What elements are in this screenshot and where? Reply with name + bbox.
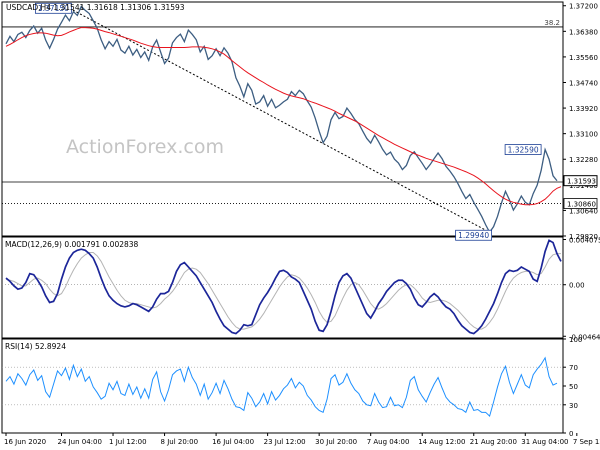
price-annotation: 1.29940 (455, 229, 493, 241)
x-axis-label: 7 Aug 04:00 (367, 438, 410, 446)
x-axis-label: 8 Jul 20:00 (161, 438, 199, 446)
x-axis-label: 7 Sep 12:00 (573, 438, 600, 446)
price-annotation: 1.32590 (504, 144, 542, 155)
macd-axis-label: 0.004075 (569, 236, 600, 244)
x-axis-label: 14 Aug 12:00 (418, 438, 465, 446)
price-axis-label: 1.33920 (569, 105, 598, 113)
x-axis-label: 16 Jun 2020 (4, 438, 46, 446)
forex-chart: ActionForex.com 38.2 1.37150 1.32590 1.29940… (0, 0, 600, 450)
macd-title: MACD(12,26,9) 0.001791 0.002838 (5, 240, 139, 249)
current-price-label: 1.31593 (567, 178, 596, 186)
rsi-axis-label: 100 (569, 336, 582, 344)
level-box-label: 1.30860 (567, 201, 596, 209)
price-axis-label: 1.35560 (569, 54, 598, 62)
x-axis-label: 21 Aug 20:00 (470, 438, 517, 446)
price-axis-label: 1.33100 (569, 131, 598, 139)
price-axis-label: 1.32280 (569, 156, 598, 164)
rsi-axis-label: 30 (569, 402, 578, 410)
x-axis-label: 16 Jul 04:00 (212, 438, 254, 446)
price-axis-label: 1.34740 (569, 79, 598, 87)
fib-label: 38.2 (544, 19, 560, 27)
x-axis-label: 23 Jul 12:00 (264, 438, 306, 446)
price-axis-label: 1.37200 (569, 3, 598, 11)
rsi-title: RSI(14) 52.8924 (5, 342, 66, 351)
chart-header: USDCAD,H4 1.31541 1.31618 1.31306 1.3159… (6, 3, 185, 12)
rsi-axis-label: 50 (569, 383, 578, 391)
x-axis-label: 24 Jun 04:00 (57, 438, 101, 446)
rsi-axis-label: 0 (569, 430, 573, 438)
rsi-axis-label: 70 (569, 364, 578, 372)
x-axis-label: 1 Jul 12:00 (109, 438, 147, 446)
watermark: ActionForex.com (66, 136, 224, 158)
price-annotation-label: 1.29940 (458, 231, 489, 240)
chart-canvas: ActionForex.com38.21.371501.325901.29940… (0, 0, 600, 450)
price-axis-label: 1.36380 (569, 28, 598, 36)
x-axis-label: 30 Jul 20:00 (315, 438, 357, 446)
price-annotation-label: 1.32590 (508, 145, 539, 154)
x-axis-label: 31 Aug 04:00 (521, 438, 568, 446)
macd-axis-label: 0.00 (569, 282, 585, 290)
